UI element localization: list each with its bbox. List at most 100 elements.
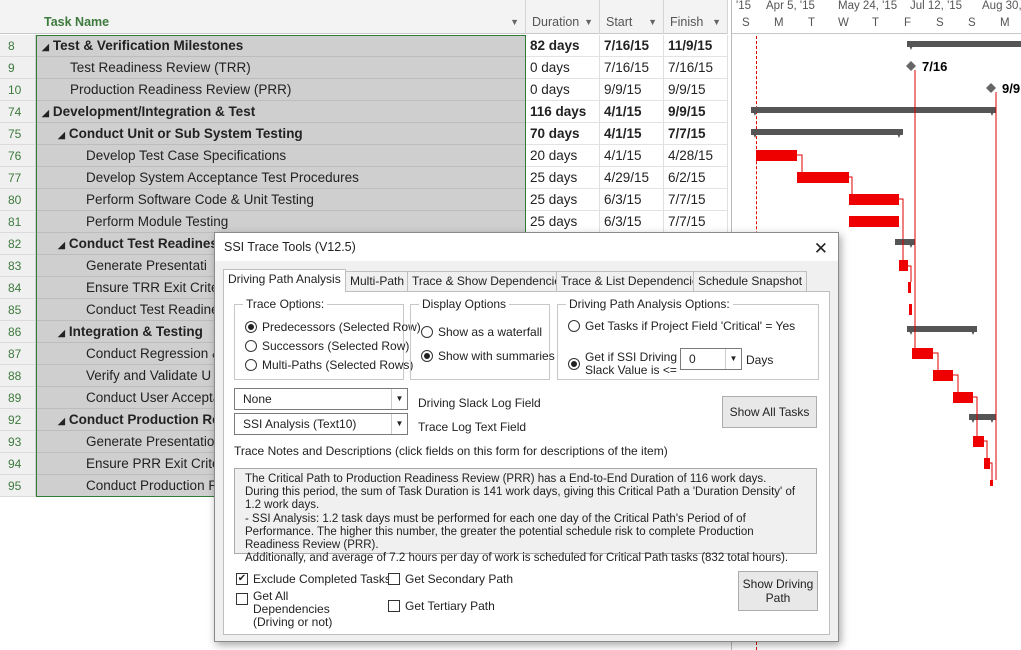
duration-cell[interactable]: 25 days — [526, 211, 600, 233]
gantt-critical-task-bar[interactable] — [849, 216, 899, 227]
collapse-triangle-icon[interactable]: ◢ — [42, 42, 49, 52]
finish-cell[interactable]: 4/28/15 — [664, 145, 728, 167]
gantt-summary-bar[interactable] — [751, 107, 996, 116]
collapse-triangle-icon[interactable]: ◢ — [58, 328, 65, 338]
finish-cell[interactable]: 7/7/15 — [664, 189, 728, 211]
finish-cell[interactable]: 11/9/15 — [664, 35, 728, 57]
checkbox-indicator[interactable] — [388, 573, 400, 585]
row-id[interactable]: 10 — [0, 79, 36, 101]
row-id[interactable]: 77 — [0, 167, 36, 189]
chevron-down-icon[interactable]: ▼ — [725, 349, 741, 369]
task-name-cell[interactable]: ◢ Test & Verification Milestones — [36, 35, 526, 57]
gantt-summary-bar[interactable] — [969, 414, 996, 423]
start-cell[interactable]: 7/16/15 — [600, 35, 664, 57]
radio-indicator[interactable] — [568, 358, 580, 370]
start-cell[interactable]: 6/3/15 — [600, 189, 664, 211]
duration-cell[interactable]: 82 days — [526, 35, 600, 57]
row-id[interactable]: 75 — [0, 123, 36, 145]
show-all-tasks-button[interactable]: Show All Tasks — [722, 396, 817, 428]
trace-notes-box[interactable]: The Critical Path to Production Readines… — [234, 468, 817, 564]
exclude-completed-checkbox[interactable]: ✔ Exclude Completed Tasks — [236, 572, 391, 586]
table-row[interactable]: 76 Develop Test Case Specifications 20 day… — [0, 145, 728, 167]
gantt-critical-task-bar[interactable] — [849, 194, 899, 205]
collapse-triangle-icon[interactable]: ◢ — [58, 130, 65, 140]
radio-indicator[interactable] — [245, 340, 257, 352]
duration-cell[interactable]: 0 days — [526, 79, 600, 101]
collapse-triangle-icon[interactable]: ◢ — [58, 416, 65, 426]
tab-trace-show-dependencies[interactable]: Trace & Show Dependencies — [407, 271, 572, 291]
gantt-summary-bar[interactable] — [907, 326, 977, 335]
col-task-name-header[interactable]: Task Name ▼ — [36, 0, 526, 34]
finish-cell[interactable]: 7/16/15 — [664, 57, 728, 79]
show-driving-path-button[interactable]: Show Driving Path — [738, 571, 818, 611]
table-row[interactable]: 9 Test Readiness Review (TRR) 0 days 7/16/1… — [0, 57, 728, 79]
radio-indicator[interactable] — [568, 320, 580, 332]
row-id[interactable]: 95 — [0, 475, 36, 497]
tab-multi-path[interactable]: Multi-Path — [345, 271, 410, 291]
radio-indicator[interactable] — [421, 350, 433, 362]
radio-multi-paths[interactable]: Multi-Paths (Selected Rows) — [245, 358, 413, 372]
radio-waterfall[interactable]: Show as a waterfall — [421, 325, 542, 339]
radio-critical-field[interactable]: Get Tasks if Project Field 'Critical' = … — [568, 319, 795, 333]
row-id[interactable]: 76 — [0, 145, 36, 167]
row-id[interactable]: 8 — [0, 35, 36, 57]
task-name-cell[interactable]: Production Readiness Review (PRR) — [36, 79, 526, 101]
slack-log-field-select[interactable]: None ▼ — [234, 388, 408, 410]
finish-cell[interactable]: 7/7/15 — [664, 123, 728, 145]
row-id[interactable]: 82 — [0, 233, 36, 255]
task-name-cell[interactable]: Develop System Acceptance Test Procedure… — [36, 167, 526, 189]
col-duration-header[interactable]: Duration ▼ — [526, 0, 600, 34]
gantt-critical-task-bar[interactable] — [953, 392, 973, 403]
row-id[interactable]: 92 — [0, 409, 36, 431]
finish-cell[interactable]: 9/9/15 — [664, 79, 728, 101]
table-row[interactable]: 8 ◢ Test & Verification Milestones 82 days 7… — [0, 35, 728, 57]
duration-cell[interactable]: 25 days — [526, 189, 600, 211]
tab-schedule-snapshot[interactable]: Schedule Snapshot — [693, 271, 808, 291]
radio-summaries[interactable]: Show with summaries — [421, 349, 555, 363]
gantt-critical-task-bar[interactable] — [908, 282, 911, 293]
gantt-critical-task-bar[interactable] — [797, 172, 849, 183]
start-cell[interactable]: 4/1/15 — [600, 101, 664, 123]
radio-indicator[interactable] — [245, 321, 257, 333]
task-name-cell[interactable]: ◢ Development/Integration & Test — [36, 101, 526, 123]
table-row[interactable]: 74 ◢ Development/Integration & Test 116 day… — [0, 101, 728, 123]
start-cell[interactable]: 4/1/15 — [600, 145, 664, 167]
gantt-critical-task-bar[interactable] — [899, 260, 908, 271]
table-row[interactable]: 10 Production Readiness Review (PRR) 0 day… — [0, 79, 728, 101]
radio-indicator[interactable] — [245, 359, 257, 371]
secondary-path-checkbox[interactable]: Get Secondary Path — [388, 572, 513, 586]
close-icon[interactable]: ✕ — [814, 235, 828, 263]
gantt-critical-task-bar[interactable] — [984, 458, 990, 469]
gantt-critical-task-bar[interactable] — [909, 304, 912, 315]
tab-driving-path-analysis[interactable]: Driving Path Analysis — [223, 269, 346, 292]
row-id[interactable]: 94 — [0, 453, 36, 475]
checkbox-indicator[interactable] — [236, 593, 248, 605]
slack-value-select[interactable]: 0 ▼ — [680, 348, 742, 370]
chevron-down-icon[interactable]: ▼ — [391, 389, 407, 409]
duration-cell[interactable]: 20 days — [526, 145, 600, 167]
row-id[interactable]: 87 — [0, 343, 36, 365]
row-id[interactable]: 83 — [0, 255, 36, 277]
start-cell[interactable]: 9/9/15 — [600, 79, 664, 101]
row-id[interactable]: 80 — [0, 189, 36, 211]
get-all-dependencies-checkbox[interactable]: Get All Dependencies (Driving or not) — [236, 590, 363, 629]
col-finish-header[interactable]: Finish ▼ — [664, 0, 728, 34]
task-name-cell[interactable]: Develop Test Case Specifications — [36, 145, 526, 167]
table-row[interactable]: 81 Perform Module Testing 25 days 6/3/15 7/7… — [0, 211, 728, 233]
gantt-critical-task-bar[interactable] — [933, 370, 953, 381]
gantt-summary-bar[interactable] — [895, 239, 915, 248]
task-name-cell[interactable]: ◢ Conduct Unit or Sub System Testing — [36, 123, 526, 145]
start-cell[interactable]: 4/29/15 — [600, 167, 664, 189]
gantt-summary-bar[interactable] — [751, 129, 903, 138]
gantt-critical-task-bar[interactable] — [973, 436, 984, 447]
start-cell[interactable]: 7/16/15 — [600, 57, 664, 79]
table-row[interactable]: 80 Perform Software Code & Unit Testing 25… — [0, 189, 728, 211]
start-cell[interactable]: 4/1/15 — [600, 123, 664, 145]
chevron-down-icon[interactable]: ▼ — [391, 414, 407, 434]
row-id[interactable]: 88 — [0, 365, 36, 387]
row-id[interactable]: 84 — [0, 277, 36, 299]
task-name-cell[interactable]: Perform Module Testing — [36, 211, 526, 233]
duration-cell[interactable]: 70 days — [526, 123, 600, 145]
tertiary-path-checkbox[interactable]: Get Tertiary Path — [388, 599, 495, 613]
duration-cell[interactable]: 25 days — [526, 167, 600, 189]
